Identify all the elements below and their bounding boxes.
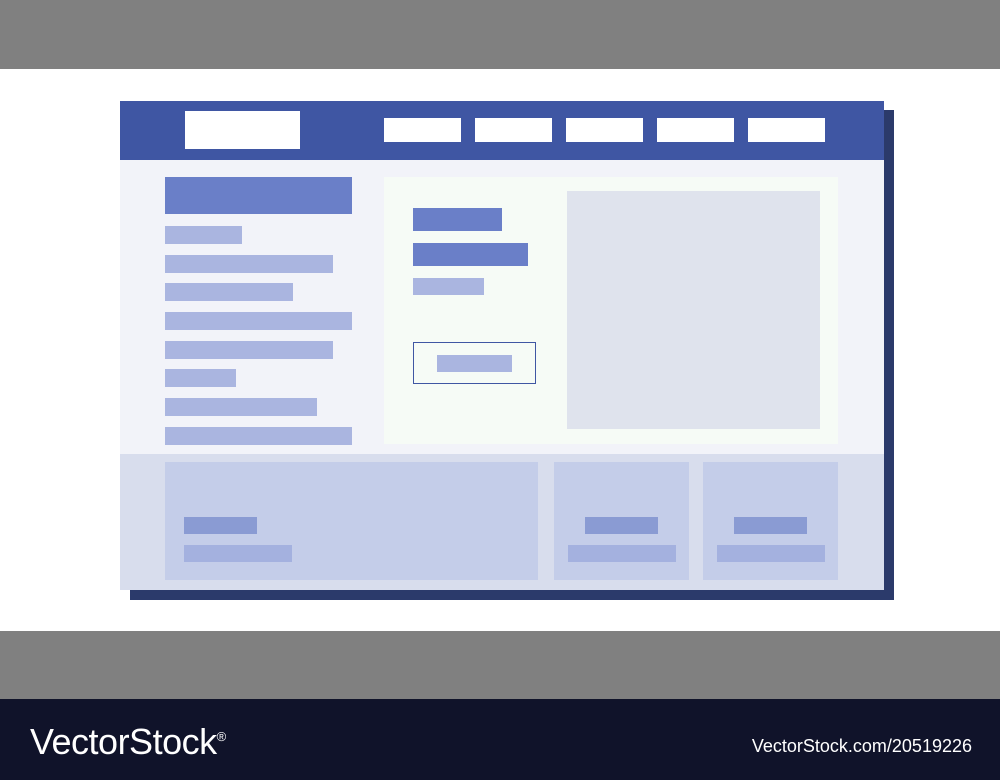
logo-placeholder bbox=[185, 111, 300, 149]
footer-card[interactable] bbox=[703, 462, 838, 580]
card-text-placeholder bbox=[184, 545, 292, 562]
sidebar-line[interactable] bbox=[165, 226, 242, 244]
browser-window-illustration bbox=[120, 101, 884, 590]
card-title-placeholder bbox=[734, 517, 807, 534]
footer-card[interactable] bbox=[554, 462, 689, 580]
cta-label-placeholder bbox=[437, 355, 512, 372]
hero-text-placeholder bbox=[413, 278, 484, 295]
registered-mark: ® bbox=[216, 729, 227, 744]
hero-image-placeholder bbox=[567, 191, 820, 429]
nav-item-4[interactable] bbox=[657, 118, 734, 142]
sidebar-line[interactable] bbox=[165, 398, 317, 416]
nav-item-2[interactable] bbox=[475, 118, 552, 142]
stock-id: VectorStock.com/20519226 bbox=[751, 736, 972, 756]
cta-button[interactable] bbox=[413, 342, 536, 384]
header-bar bbox=[120, 101, 884, 160]
card-title-placeholder bbox=[585, 517, 658, 534]
sidebar-line[interactable] bbox=[165, 283, 293, 301]
sidebar-title-placeholder bbox=[165, 177, 352, 214]
stock-credit-bar: VectorStock® VectorStock.com/20519226 bbox=[0, 699, 1000, 780]
sidebar-line[interactable] bbox=[165, 369, 236, 387]
sidebar-line[interactable] bbox=[165, 341, 333, 359]
watermark-brand: VectorStock® bbox=[30, 721, 226, 763]
sidebar-line[interactable] bbox=[165, 312, 352, 330]
nav-item-3[interactable] bbox=[566, 118, 643, 142]
hero-panel bbox=[384, 177, 838, 444]
card-text-placeholder bbox=[568, 545, 676, 562]
footer-card[interactable] bbox=[165, 462, 538, 580]
sidebar-line[interactable] bbox=[165, 255, 333, 273]
card-title-placeholder bbox=[184, 517, 257, 534]
card-text-placeholder bbox=[717, 545, 825, 562]
hero-heading-placeholder bbox=[413, 208, 502, 231]
nav-item-5[interactable] bbox=[748, 118, 825, 142]
footer-area bbox=[120, 454, 884, 590]
brand-text: VectorStock bbox=[30, 721, 217, 762]
nav-item-1[interactable] bbox=[384, 118, 461, 142]
hero-subheading-placeholder bbox=[413, 243, 528, 266]
sidebar-line[interactable] bbox=[165, 427, 352, 445]
